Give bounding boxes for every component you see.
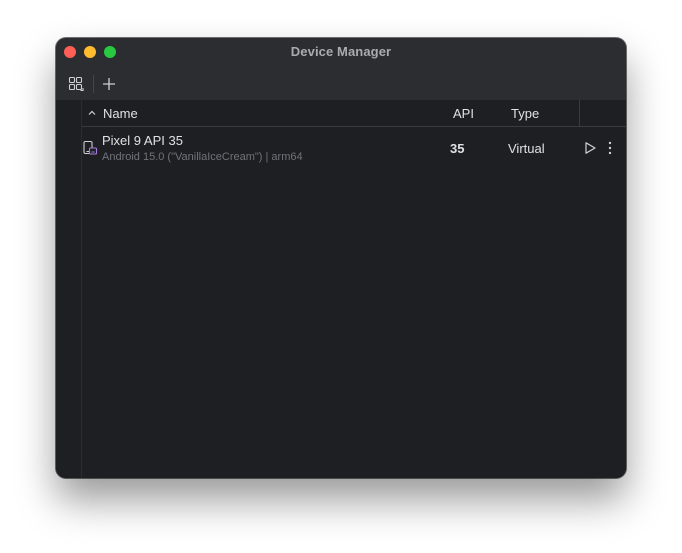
toolbar-separator xyxy=(93,75,94,93)
device-api-level: 35 xyxy=(450,141,465,156)
table-header: Name API Type xyxy=(82,100,626,127)
sort-toggle[interactable] xyxy=(87,100,97,126)
toolbar xyxy=(56,66,626,100)
device-manager-window: Device Manager Name API Type Pixel 9 API… xyxy=(56,38,626,478)
left-rail xyxy=(56,100,82,478)
table-row[interactable]: Pixel 9 API 35 Android 15.0 ("VanillaIce… xyxy=(82,127,626,171)
device-group-button[interactable] xyxy=(65,73,87,95)
title-bar[interactable]: Device Manager xyxy=(56,38,626,66)
device-name: Pixel 9 API 35 xyxy=(102,133,183,148)
phone-device-icon xyxy=(83,140,98,155)
column-header-api[interactable]: API xyxy=(453,100,474,126)
run-device-button[interactable] xyxy=(581,139,599,157)
column-header-name[interactable]: Name xyxy=(103,100,138,126)
column-header-type[interactable]: Type xyxy=(511,100,539,126)
device-list-panel: Name API Type Pixel 9 API 35 Android 15.… xyxy=(56,100,626,478)
more-actions-button[interactable] xyxy=(604,139,616,157)
chevron-up-icon xyxy=(88,110,96,115)
add-device-button[interactable] xyxy=(98,73,120,95)
column-divider[interactable] xyxy=(579,100,580,126)
play-icon xyxy=(585,142,596,154)
more-vertical-icon xyxy=(608,141,612,155)
window-title: Device Manager xyxy=(290,44,392,59)
device-details: Android 15.0 ("VanillaIceCream") | arm64 xyxy=(102,151,303,163)
device-group-icon xyxy=(68,76,84,92)
device-type: Virtual xyxy=(508,141,545,156)
plus-icon xyxy=(103,78,115,90)
